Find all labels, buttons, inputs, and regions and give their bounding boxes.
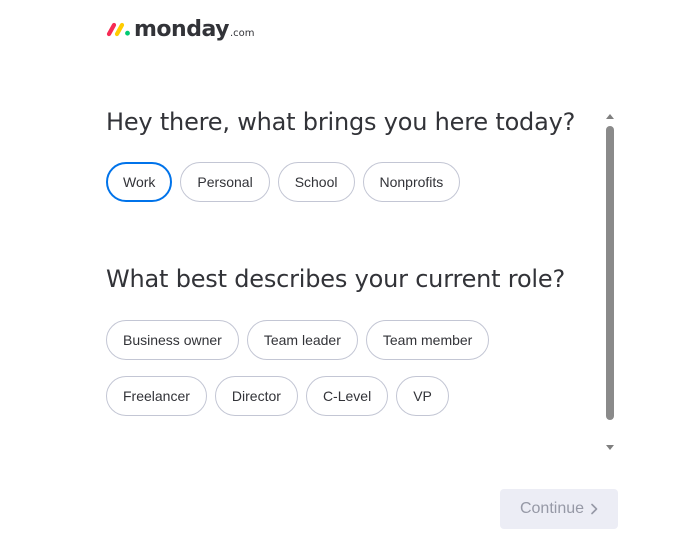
scroll-down-arrow-icon[interactable] — [606, 445, 614, 450]
brand-name: monday — [134, 16, 229, 42]
option-business-owner[interactable]: Business owner — [106, 320, 239, 360]
continue-button[interactable]: Continue — [500, 489, 618, 529]
role-options: Business owner Team leader Team member F… — [106, 320, 598, 416]
scroll-up-arrow-icon[interactable] — [606, 114, 614, 119]
option-work[interactable]: Work — [106, 162, 173, 202]
onboarding-page: monday .com Hey there, what brings you h… — [0, 0, 688, 558]
questions-panel: Hey there, what brings you here today? W… — [106, 108, 618, 458]
option-nonprofits[interactable]: Nonprofits — [362, 162, 461, 202]
option-personal[interactable]: Personal — [180, 162, 270, 202]
chevron-right-icon — [591, 503, 598, 515]
option-director[interactable]: Director — [214, 376, 298, 416]
option-team-leader[interactable]: Team leader — [246, 320, 358, 360]
option-school[interactable]: School — [277, 162, 355, 202]
scrollbar-thumb[interactable] — [606, 126, 614, 420]
purpose-options: Work Personal School Nonprofits — [106, 162, 598, 202]
option-freelancer[interactable]: Freelancer — [106, 376, 207, 416]
monday-logo-icon — [106, 22, 130, 37]
vertical-scrollbar[interactable] — [602, 112, 618, 456]
option-team-member[interactable]: Team member — [365, 320, 490, 360]
option-c-level[interactable]: C-Level — [305, 376, 389, 416]
question-role-title: What best describes your current role? — [106, 265, 565, 293]
question-purpose-title: Hey there, what brings you here today? — [106, 108, 576, 136]
continue-label: Continue — [519, 500, 585, 517]
option-vp[interactable]: VP — [396, 376, 449, 416]
monday-logo: monday .com — [106, 14, 255, 44]
brand-tld: .com — [229, 28, 255, 39]
